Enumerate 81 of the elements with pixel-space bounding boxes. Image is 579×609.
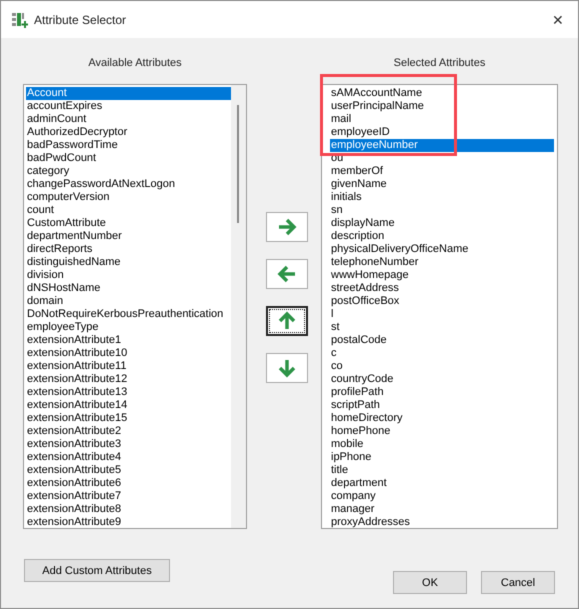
list-item[interactable]: l <box>330 308 554 321</box>
list-item[interactable]: postOfficeBox <box>330 295 554 308</box>
list-item[interactable]: departmentNumber <box>26 230 231 243</box>
list-item[interactable]: Account <box>26 87 231 100</box>
list-item[interactable]: adminCount <box>26 113 231 126</box>
list-item[interactable]: changePasswordAtNextLogon <box>26 178 231 191</box>
arrow-left-icon <box>276 263 298 285</box>
list-item[interactable]: c <box>330 347 554 360</box>
list-item[interactable]: st <box>330 321 554 334</box>
list-item[interactable]: displayName <box>330 217 554 230</box>
list-item[interactable]: directReports <box>26 243 231 256</box>
list-item[interactable]: initials <box>330 191 554 204</box>
list-item[interactable]: telephoneNumber <box>330 256 554 269</box>
list-item[interactable]: ipPhone <box>330 451 554 464</box>
list-item[interactable]: distinguishedName <box>26 256 231 269</box>
list-item[interactable]: userPrincipalName <box>330 100 554 113</box>
list-item[interactable]: extensionAttribute14 <box>26 399 231 412</box>
arrow-down-icon <box>276 357 298 379</box>
list-item[interactable]: DoNotRequireKerbousPreauthentication <box>26 308 231 321</box>
list-item[interactable]: count <box>26 204 231 217</box>
scrollbar[interactable] <box>231 85 246 528</box>
list-item[interactable]: category <box>26 165 231 178</box>
ok-button[interactable]: OK <box>393 571 467 594</box>
list-item[interactable]: AuthorizedDecryptor <box>26 126 231 139</box>
list-item[interactable]: mobile <box>330 438 554 451</box>
list-item[interactable]: dNSHostName <box>26 282 231 295</box>
list-item[interactable]: physicalDeliveryOfficeName <box>330 243 554 256</box>
list-heading: Selected Attributes <box>392 56 486 71</box>
list-item[interactable]: employeeID <box>330 126 554 139</box>
list-item[interactable]: employeeType <box>26 321 231 334</box>
list-item[interactable]: division <box>26 269 231 282</box>
list-item[interactable]: extensionAttribute9 <box>26 516 231 528</box>
list-item[interactable]: extensionAttribute12 <box>26 373 231 386</box>
list-item[interactable]: extensionAttribute2 <box>26 425 231 438</box>
list-item[interactable]: domain <box>26 295 231 308</box>
app-icon <box>12 12 28 28</box>
list-item[interactable]: company <box>330 490 554 503</box>
list-item[interactable]: extensionAttribute15 <box>26 412 231 425</box>
list-item[interactable]: extensionAttribute5 <box>26 464 231 477</box>
list-item[interactable]: accountExpires <box>26 100 231 113</box>
list-item[interactable]: extensionAttribute13 <box>26 386 231 399</box>
list-item[interactable]: badPwdCount <box>26 152 231 165</box>
list-item[interactable]: employeeNumber <box>330 139 554 152</box>
list-item[interactable]: extensionAttribute3 <box>26 438 231 451</box>
list-item[interactable]: homeDirectory <box>330 412 554 425</box>
list-item[interactable]: homePhone <box>330 425 554 438</box>
list-item[interactable]: extensionAttribute8 <box>26 503 231 516</box>
list-item[interactable]: extensionAttribute7 <box>26 490 231 503</box>
list-item[interactable]: extensionAttribute6 <box>26 477 231 490</box>
window-title: Attribute Selector <box>34 12 126 26</box>
list-item[interactable]: extensionAttribute4 <box>26 451 231 464</box>
list-item[interactable]: countryCode <box>330 373 554 386</box>
list-item[interactable]: givenName <box>330 178 554 191</box>
arrow-right-icon <box>276 216 298 238</box>
list-item[interactable]: manager <box>330 503 554 516</box>
list-item[interactable]: extensionAttribute11 <box>26 360 231 373</box>
list-item[interactable]: mail <box>330 113 554 126</box>
list-item[interactable]: CustomAttribute <box>26 217 231 230</box>
list-item[interactable]: sn <box>330 204 554 217</box>
list-item[interactable]: profilePath <box>330 386 554 399</box>
list-item[interactable]: wwwHomepage <box>330 269 554 282</box>
list-item[interactable]: department <box>330 477 554 490</box>
list-item[interactable]: badPasswordTime <box>26 139 231 152</box>
arrow-up-icon <box>276 310 298 332</box>
list-item[interactable]: extensionAttribute10 <box>26 347 231 360</box>
list-heading: Available Attributes <box>87 56 183 71</box>
list-item[interactable]: streetAddress <box>330 282 554 295</box>
list-item[interactable]: co <box>330 360 554 373</box>
close-button[interactable]: ✕ <box>552 12 564 28</box>
list-item[interactable]: scriptPath <box>330 399 554 412</box>
move-button[interactable] <box>266 306 308 336</box>
list-item[interactable]: proxyAddresses <box>330 516 554 528</box>
list-item[interactable]: description <box>330 230 554 243</box>
list-item[interactable]: title <box>330 464 554 477</box>
list-item[interactable]: sAMAccountName <box>330 87 554 100</box>
list-item[interactable]: memberOf <box>330 165 554 178</box>
list-item[interactable]: computerVersion <box>26 191 231 204</box>
list-item[interactable]: extensionAttribute1 <box>26 334 231 347</box>
cancel-button[interactable]: Cancel <box>481 571 555 594</box>
list-item[interactable]: postalCode <box>330 334 554 347</box>
add-custom-attributes-button[interactable]: Add Custom Attributes <box>24 559 170 582</box>
